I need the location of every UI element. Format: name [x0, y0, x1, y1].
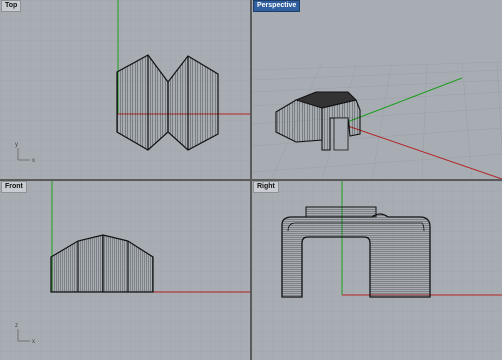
tripod-x-label: x: [32, 158, 35, 164]
x-axis-line: [341, 123, 502, 179]
perspective-viewport-canvas[interactable]: [252, 0, 502, 179]
front-viewport-canvas[interactable]: z x: [0, 181, 250, 360]
top-viewport[interactable]: y x Top: [0, 0, 250, 179]
tripod-x-label: x: [32, 339, 35, 345]
viewport-layout: y x Top Perspective z x Front Right: [0, 0, 502, 360]
right-viewport-canvas[interactable]: [252, 181, 502, 360]
perspective-viewport[interactable]: Perspective: [252, 0, 502, 179]
viewport-title-perspective[interactable]: Perspective: [253, 0, 301, 12]
viewport-title-right[interactable]: Right: [253, 181, 279, 193]
viewport-title-top[interactable]: Top: [1, 0, 22, 12]
tripod-y-label: y: [15, 142, 18, 148]
front-viewport[interactable]: z x Front: [0, 181, 250, 360]
tripod-z-label: z: [15, 323, 18, 329]
viewport-title-front[interactable]: Front: [1, 181, 27, 193]
viewport-splitter-horizontal[interactable]: [0, 179, 502, 181]
top-viewport-canvas[interactable]: y x: [0, 0, 250, 179]
right-viewport[interactable]: Right: [252, 181, 502, 360]
